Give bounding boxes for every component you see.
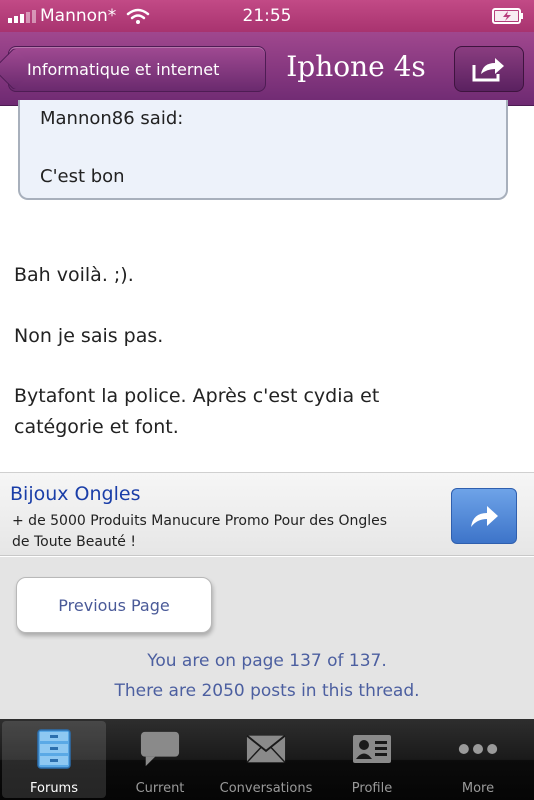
quote-block: Mannon86 said: C'est bon	[18, 100, 508, 200]
share-button[interactable]	[454, 46, 524, 92]
forums-icon	[34, 729, 74, 769]
back-button[interactable]: Informatique et internet	[0, 46, 266, 92]
share-icon	[472, 58, 504, 82]
ad-go-button[interactable]	[451, 488, 517, 544]
post-line: Bah voilà. ;).	[14, 264, 134, 286]
tab-more[interactable]: More	[426, 721, 530, 798]
forward-arrow-icon	[471, 506, 498, 527]
quote-author: Mannon86 said:	[40, 108, 184, 129]
tab-bar: Forums Current Conversations Profile Mor…	[0, 719, 534, 800]
chat-bubble-icon	[140, 729, 180, 769]
profile-card-icon	[352, 729, 392, 769]
battery-charging-icon	[492, 8, 523, 24]
tab-label: Profile	[351, 781, 393, 796]
paging-section: Previous Page You are on page 137 of 137…	[0, 557, 534, 719]
status-bar: Mannon* 21:55	[0, 0, 534, 32]
tab-label: More	[461, 781, 495, 796]
tab-label: Conversations	[219, 781, 313, 796]
post-line: catégorie et font.	[14, 416, 179, 438]
tab-current[interactable]: Current	[108, 721, 212, 798]
previous-page-button[interactable]: Previous Page	[16, 577, 212, 633]
post-line: Non je sais pas.	[14, 325, 164, 347]
more-dots-icon	[458, 729, 498, 769]
page-info: You are on page 137 of 137.	[147, 651, 387, 671]
post-line: Bytafont la police. Après c'est cydia et	[14, 385, 380, 407]
quote-text: C'est bon	[40, 166, 125, 187]
navigation-bar: Informatique et internet Iphone 4s	[0, 32, 534, 106]
tab-label: Current	[135, 781, 185, 796]
ad-title[interactable]: Bijoux Ongles	[10, 483, 140, 505]
ad-banner[interactable]: Bijoux Ongles + de 5000 Produits Manucur…	[0, 472, 534, 556]
envelope-icon	[246, 729, 286, 769]
ad-text: de Toute Beauté !	[12, 534, 136, 550]
posts-count: There are 2050 posts in this thread.	[114, 681, 420, 701]
ad-text: + de 5000 Produits Manucure Promo Pour d…	[12, 513, 388, 529]
tab-forums[interactable]: Forums	[2, 721, 106, 798]
tab-label: Forums	[30, 781, 78, 796]
tab-profile[interactable]: Profile	[320, 721, 424, 798]
back-button-label: Informatique et internet	[27, 59, 220, 79]
tab-conversations[interactable]: Conversations	[214, 721, 318, 798]
clock: 21:55	[242, 6, 292, 26]
page-title: Iphone 4s	[286, 50, 426, 83]
